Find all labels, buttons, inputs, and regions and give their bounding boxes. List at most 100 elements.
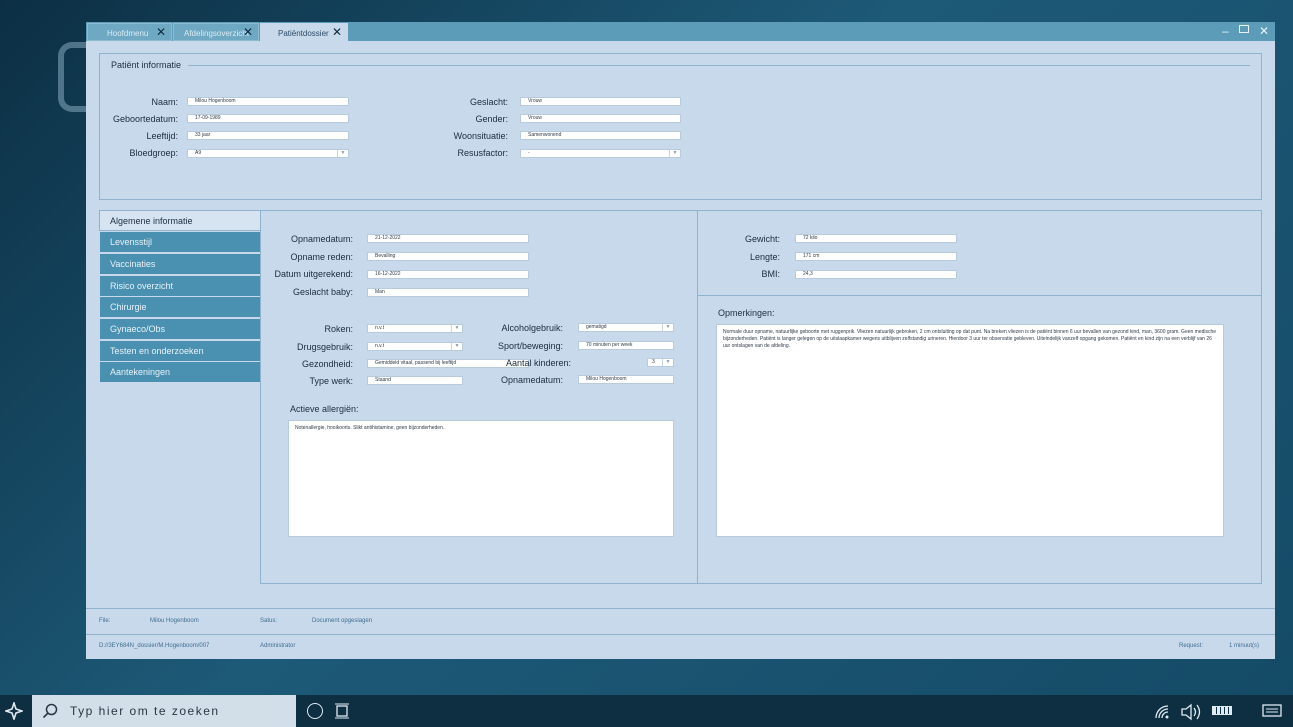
chevron-down-icon: ▼ <box>451 343 462 350</box>
bmi-label: BMI: <box>761 269 780 279</box>
length-field[interactable]: 171 cm <box>795 252 957 261</box>
chevron-down-icon: ▼ <box>451 325 462 332</box>
remarks-textarea[interactable]: Normale duur opname, natuurlijke geboort… <box>716 324 1224 537</box>
request-label: Request: <box>1179 643 1204 649</box>
weight-field[interactable]: 72 kilo <box>795 234 957 243</box>
drugs-value: n.v.t <box>367 342 463 351</box>
search-placeholder: Typ hier om te zoeken <box>70 704 220 718</box>
start-icon[interactable] <box>3 700 25 722</box>
chevron-down-icon: ▼ <box>662 324 673 331</box>
status-value: Document opgeslagen <box>312 618 373 624</box>
file-path: D://3EY684N_dossier/M.Hogenboom/007 <box>99 643 210 649</box>
battery-icon[interactable] <box>1212 706 1232 715</box>
user-label: Administrator <box>260 643 296 649</box>
work-type-field[interactable]: Staand <box>367 376 463 385</box>
remarks-title: Opmerkingen: <box>718 308 775 318</box>
tab-hoofdmenu[interactable]: Hoofdmenu ✕ <box>87 23 172 41</box>
divider <box>698 295 1261 296</box>
close-window-icon[interactable]: ✕ <box>1259 24 1269 38</box>
tab-afdelingsoverzicht[interactable]: Afdelingsoverzicht ✕ <box>173 23 259 41</box>
cortana-icon[interactable] <box>307 703 323 719</box>
rhesus-select[interactable]: - ▼ <box>520 149 681 158</box>
age-field[interactable]: 33 jaar <box>187 131 349 140</box>
rhesus-value: - <box>520 149 681 158</box>
patient-info-section: Patiënt informatie Naam: Milou Hogenboom… <box>99 53 1262 200</box>
close-icon[interactable]: ✕ <box>243 26 253 38</box>
sidebar-item-risico-overzicht[interactable]: Risico overzicht <box>100 276 260 296</box>
admission-reason-field[interactable]: Bevalling <box>367 252 529 261</box>
weight-label: Gewicht: <box>744 234 780 244</box>
admission-date-label: Opnamedatum: <box>290 234 353 244</box>
main-panel: Opnamedatum: 21-12-2022 Opname reden: Be… <box>260 210 1262 584</box>
admission-date2-field[interactable]: Milou Hogenboom <box>578 375 674 384</box>
search-box[interactable]: Typ hier om te zoeken <box>32 695 296 727</box>
restore-icon[interactable] <box>1239 25 1249 33</box>
minimize-icon[interactable]: – <box>1222 24 1229 38</box>
children-count-select[interactable]: 3 ▼ <box>647 358 674 367</box>
smoking-value: n.v.t <box>367 324 463 333</box>
vertical-divider <box>697 211 698 583</box>
drugs-label: Drugsgebruik: <box>296 342 353 352</box>
admission-date2-label: Opnamedatum: <box>500 375 563 385</box>
rhesus-label: Resusfactor: <box>457 148 508 158</box>
sidebar-item-chirurgie[interactable]: Chirurgie <box>100 297 260 317</box>
birthdate-field[interactable]: 17-09-1989 <box>187 114 349 123</box>
age-label: Leeftijd: <box>146 131 178 141</box>
alcohol-value: gematigd <box>578 323 674 332</box>
children-count-label: Aantal kinderen: <box>505 358 571 368</box>
divider <box>188 65 1250 66</box>
smoking-select[interactable]: n.v.t ▼ <box>367 324 463 333</box>
divider <box>86 634 1275 635</box>
request-value: 1 minuut(s) <box>1229 643 1260 649</box>
chevron-down-icon: ▼ <box>669 150 680 157</box>
gender-field[interactable]: Vrouw <box>520 114 681 123</box>
wifi-icon[interactable] <box>1154 704 1172 725</box>
admission-date-field[interactable]: 21-12-2022 <box>367 234 529 243</box>
notification-icon[interactable] <box>1262 704 1282 725</box>
bmi-field[interactable]: 24,3 <box>795 270 957 279</box>
due-date-field[interactable]: 16-12-2022 <box>367 270 529 279</box>
app-window: Hoofdmenu ✕ Afdelingsoverzicht ✕ Patiënt… <box>86 22 1275 659</box>
alcohol-select[interactable]: gematigd ▼ <box>578 323 674 332</box>
name-field[interactable]: Milou Hogenboom <box>187 97 349 106</box>
file-value: Milou Hogenboom <box>150 618 199 624</box>
bloodtype-value: A9 <box>187 149 349 158</box>
sidebar-item-gynaeco-obs[interactable]: Gynaeco/Obs <box>100 319 260 339</box>
work-type-label: Type werk: <box>309 376 353 386</box>
task-view-icon[interactable] <box>334 703 350 724</box>
birthdate-label: Geboortedatum: <box>112 114 178 124</box>
admission-reason-label: Opname reden: <box>290 252 353 262</box>
sex-field[interactable]: Vrouw <box>520 97 681 106</box>
bloodtype-select[interactable]: A9 ▼ <box>187 149 349 158</box>
bloodtype-label: Bloedgroep: <box>129 148 178 158</box>
file-label: File: <box>99 618 111 624</box>
tab-label: Afdelingsoverzicht <box>184 29 249 38</box>
tab-patientdossier[interactable]: Patiëntdossier ✕ <box>260 23 348 41</box>
sidebar-item-levensstijl[interactable]: Levensstijl <box>100 232 260 252</box>
close-icon[interactable]: ✕ <box>156 26 166 38</box>
status-label: Satus: <box>260 618 278 624</box>
title-bar: Hoofdmenu ✕ Afdelingsoverzicht ✕ Patiënt… <box>86 22 1275 41</box>
sport-field[interactable]: 70 minuten per week <box>578 341 674 350</box>
sidebar-item-aantekeningen[interactable]: Aantekeningen <box>100 362 260 382</box>
sidebar-item-testen[interactable]: Testen en onderzoeken <box>100 341 260 361</box>
volume-icon[interactable] <box>1180 703 1202 726</box>
name-label: Naam: <box>151 97 178 107</box>
section-title: Patiënt informatie <box>111 60 182 70</box>
allergies-textarea[interactable]: Notenallergie, hooikoorts. Slikt antihis… <box>288 420 674 537</box>
divider <box>86 608 1275 609</box>
due-date-label: Datum uitgerekend: <box>274 269 353 279</box>
search-icon <box>42 703 58 724</box>
living-situation-field[interactable]: Samenwonend <box>520 131 681 140</box>
health-label: Gezondheid: <box>301 359 353 369</box>
baby-sex-field[interactable]: Man <box>367 288 529 297</box>
baby-sex-label: Geslacht baby: <box>292 287 353 297</box>
length-label: Lengte: <box>749 252 780 262</box>
sidebar-item-vaccinaties[interactable]: Vaccinaties <box>100 254 260 274</box>
close-icon[interactable]: ✕ <box>332 26 342 38</box>
sex-label: Geslacht: <box>469 97 508 107</box>
sidebar-header: Algemene informatie <box>99 210 261 231</box>
drugs-select[interactable]: n.v.t ▼ <box>367 342 463 351</box>
tab-label: Hoofdmenu <box>107 29 149 38</box>
chevron-down-icon: ▼ <box>662 359 673 366</box>
